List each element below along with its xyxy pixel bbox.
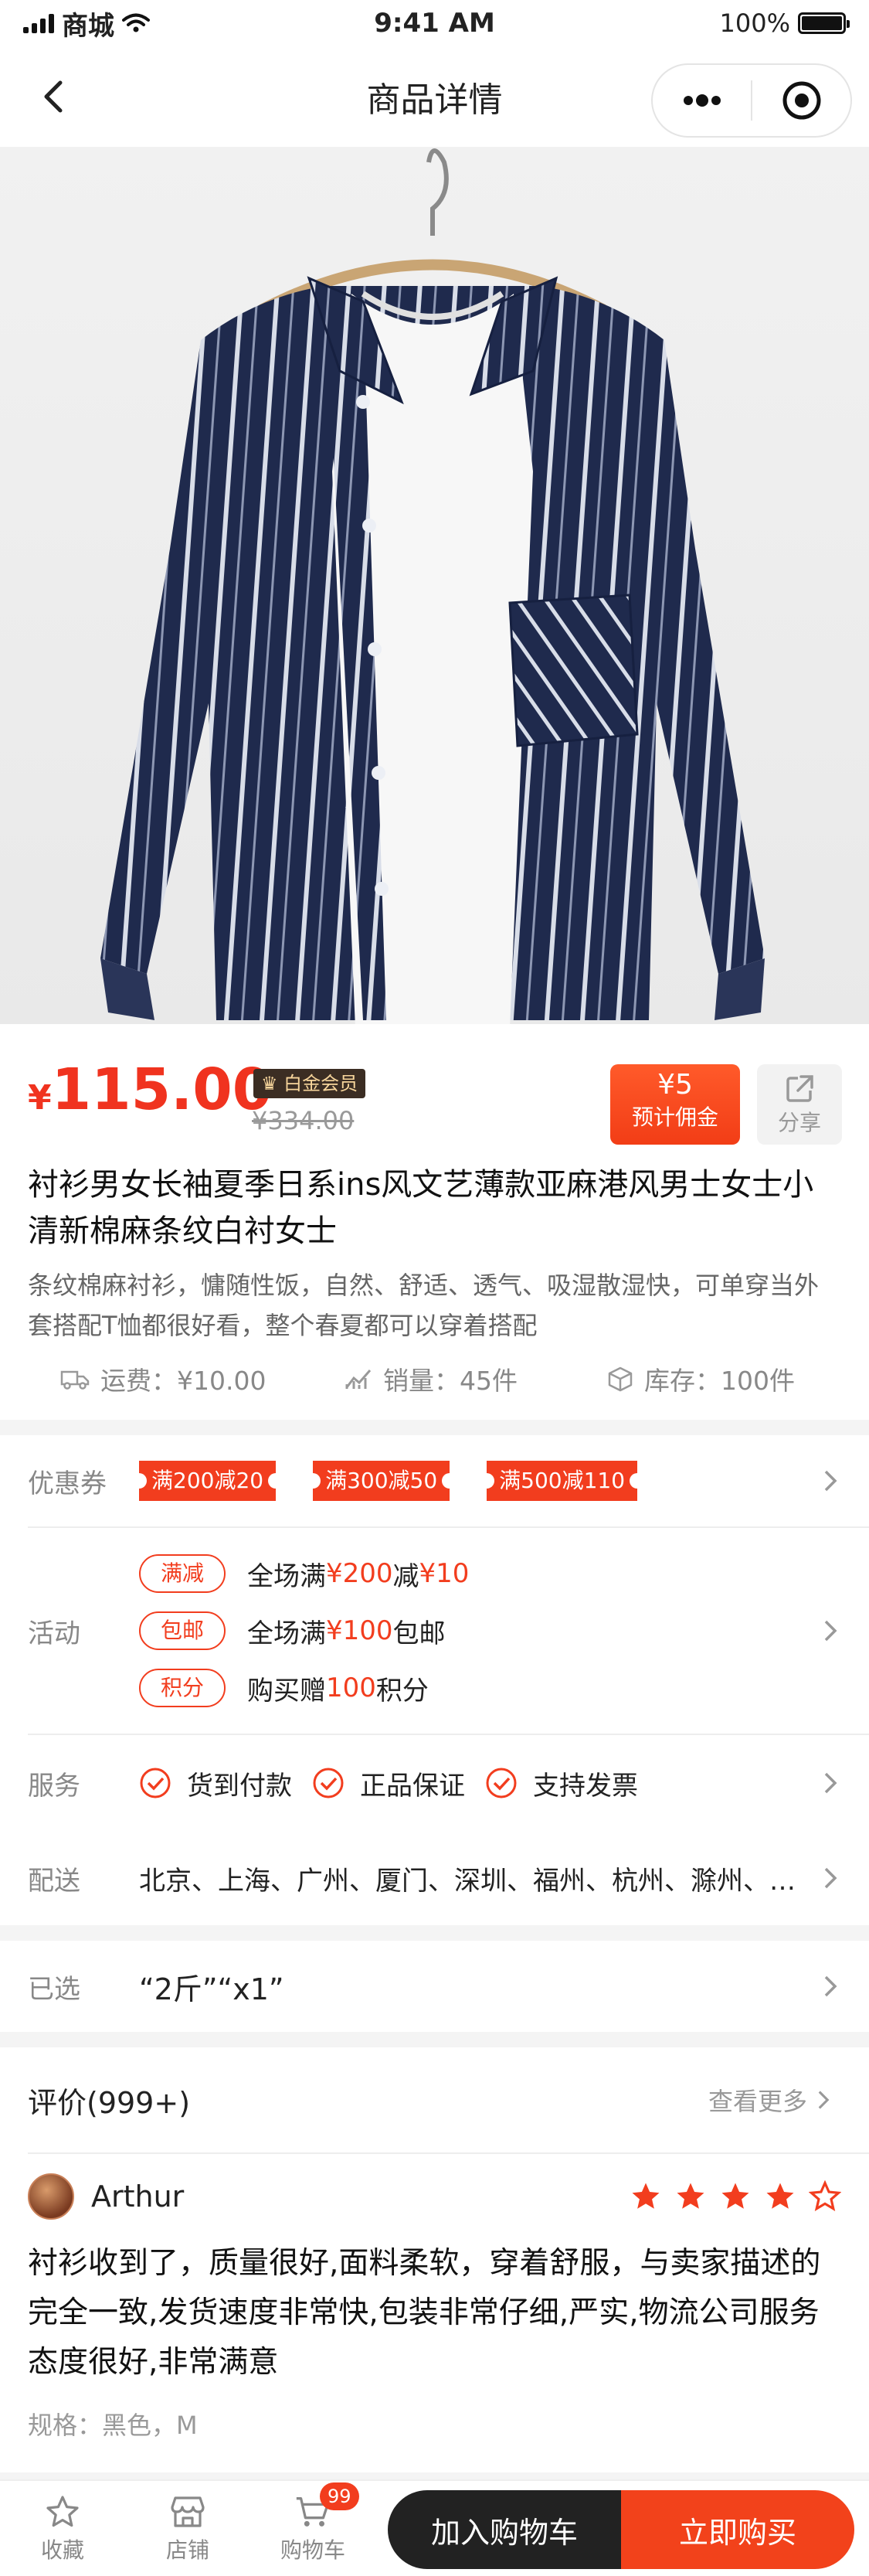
more-dots-icon	[683, 94, 721, 107]
original-price: ¥334.00	[252, 1106, 355, 1135]
chevron-right-icon	[824, 1772, 837, 1794]
close-mini-program-button[interactable]	[752, 65, 850, 136]
store-button[interactable]: 店铺	[125, 2493, 250, 2564]
carrier-label: 商城	[62, 10, 114, 42]
coupon-item[interactable]: 满300减50	[311, 1461, 452, 1501]
more-button[interactable]	[653, 65, 751, 136]
service-item: 货到付款	[139, 1764, 292, 1802]
activity-item: 积分 购买赠 100 积分	[139, 1669, 469, 1707]
cart-count-badge: 99	[320, 2482, 359, 2510]
price-value: 115.00	[51, 1057, 273, 1123]
box-icon	[608, 1366, 633, 1392]
coupon-item[interactable]: 满200减20	[137, 1461, 278, 1501]
current-price: ¥115.00	[28, 1057, 273, 1123]
commission-label: 预计佣金	[631, 1104, 718, 1130]
review-text: 衬衫收到了，质量很好,面料柔软，穿着舒服，与卖家描述的完全一致,发货速度非常快,…	[28, 2246, 821, 2380]
activity-tag: 满减	[139, 1554, 226, 1593]
navigation-bar: 商品详情	[0, 46, 869, 147]
delivery-row[interactable]: 配送 北京、上海、广州、厦门、深圳、福州、杭州、滁州、南京、武汉	[0, 1831, 869, 1925]
star-filled-icon	[677, 2183, 704, 2209]
share-button[interactable]: 分享	[757, 1064, 842, 1145]
coupon-row[interactable]: 优惠券 满200减20 满300减50 满500减110	[0, 1435, 869, 1526]
sales-count: 销量：45件	[345, 1360, 607, 1397]
star-outline-icon	[809, 2180, 841, 2211]
coupon-label: 优惠券	[28, 1468, 107, 1499]
selected-spec: “2斤”“x1”	[139, 1972, 284, 2006]
cart-button[interactable]: 99 购物车	[250, 2482, 375, 2564]
service-item: 正品保证	[312, 1764, 465, 1802]
top-bar: 商城 9:41 AM 100% 商品详情	[0, 0, 869, 147]
reviews-card: 评价(999+) 查看更多 Arthur 衬衫收到了，质量很好,面料柔软，穿着舒…	[0, 2047, 869, 2472]
check-circle-icon	[313, 1768, 344, 1798]
review-spec: 规格：黑色，M	[28, 2411, 198, 2440]
commission-value: ¥5	[657, 1069, 693, 1101]
star-filled-icon	[766, 2183, 794, 2209]
trend-chart-icon	[345, 1370, 372, 1389]
selected-spec-row[interactable]: 已选 “2斤”“x1”	[0, 1941, 869, 2032]
crown-icon: ♛	[261, 1073, 278, 1094]
services-label: 服务	[28, 1770, 80, 1802]
chevron-right-icon	[824, 1620, 837, 1642]
battery-icon	[798, 12, 850, 34]
truck-icon	[60, 1370, 90, 1390]
member-badge: ♛ 白金会员	[253, 1069, 366, 1098]
back-arrow-icon[interactable]	[31, 73, 77, 120]
purchase-buttons: 加入购物车 立即购买	[388, 2490, 854, 2569]
buy-now-button[interactable]: 立即购买	[621, 2490, 854, 2569]
product-title: 衬衫男女长袖夏季日系ins风文艺薄款亚麻港风男士女士小清新棉麻条纹白衬女士	[28, 1167, 814, 1249]
activity-item: 包邮 全场满 ¥100 包邮	[139, 1611, 469, 1650]
activity-tag: 包邮	[139, 1611, 226, 1650]
view-more-link[interactable]: 查看更多	[708, 2082, 830, 2118]
avatar	[28, 2173, 74, 2220]
reviewer-name: Arthur	[91, 2180, 185, 2214]
reviews-header: 评价(999+) 查看更多	[0, 2047, 869, 2152]
wifi-icon	[122, 13, 150, 32]
service-item: 支持发票	[485, 1764, 638, 1802]
product-image[interactable]	[0, 147, 869, 1024]
star-filled-icon	[632, 2183, 660, 2209]
services-row[interactable]: 服务 货到付款 正品保证 支持发票	[0, 1735, 869, 1831]
bottom-action-bar: 收藏 店铺 99 购物车 加入购物车 立即购买	[0, 2479, 869, 2576]
signal-icon	[23, 13, 54, 33]
battery-percent: 100%	[719, 9, 790, 38]
store-icon	[171, 2496, 205, 2527]
rating-stars	[630, 2180, 841, 2213]
stock-count: 库存：100件	[607, 1360, 795, 1397]
activities-label: 活动	[28, 1618, 80, 1649]
check-circle-icon	[486, 1768, 517, 1798]
striped-shirt-illustration	[100, 148, 765, 1024]
promotions-card: 优惠券 满200减20 满300减50 满500减110 活动 满减 全场满 ¥2…	[0, 1435, 869, 1925]
price-row: ¥115.00 ♛ 白金会员 ¥334.00 ¥5 预计佣金 分享	[0, 1024, 869, 1145]
product-meta: 运费：¥10.00 销量：45件 库存：100件	[0, 1346, 869, 1420]
status-bar: 商城 9:41 AM 100%	[0, 0, 869, 46]
review-author: Arthur	[0, 2154, 869, 2239]
chevron-right-icon	[824, 1975, 837, 1997]
delivery-cities: 北京、上海、广州、厦门、深圳、福州、杭州、滁州、南京、武汉	[139, 1865, 811, 1897]
chevron-right-icon	[824, 1470, 837, 1492]
selected-label: 已选	[28, 1973, 80, 2005]
commission-badge[interactable]: ¥5 预计佣金	[610, 1064, 740, 1145]
mini-program-capsule	[651, 63, 852, 138]
activity-item: 满减 全场满 ¥200 减 ¥10	[139, 1554, 469, 1593]
share-icon	[786, 1075, 813, 1102]
favorite-button[interactable]: 收藏	[0, 2493, 125, 2564]
delivery-label: 配送	[28, 1865, 80, 1897]
product-info-card: ¥115.00 ♛ 白金会员 ¥334.00 ¥5 预计佣金 分享 衬衫男女长袖…	[0, 1024, 869, 1420]
chevron-right-icon	[818, 2091, 830, 2109]
add-to-cart-button[interactable]: 加入购物车	[388, 2490, 621, 2569]
coupon-item[interactable]: 满500减110	[485, 1461, 639, 1501]
product-description: 条纹棉麻衬衫，慵随性饭，自然、舒适、透气、吸湿散湿快，可单穿当外套搭配T恤都很好…	[28, 1271, 820, 1340]
activity-tag: 积分	[139, 1669, 226, 1707]
activities-row[interactable]: 活动 满减 全场满 ¥200 减 ¥10 包邮 全场满 ¥100 包邮 积分 购买赠 100…	[0, 1528, 869, 1734]
star-filled-icon	[721, 2183, 749, 2209]
shipping-fee: 运费：¥10.00	[60, 1360, 345, 1397]
star-outline-icon	[46, 2495, 79, 2527]
reviews-title: 评价(999+)	[28, 2085, 191, 2120]
check-circle-icon	[140, 1768, 171, 1798]
target-icon	[782, 81, 820, 120]
chevron-right-icon	[824, 1867, 837, 1889]
